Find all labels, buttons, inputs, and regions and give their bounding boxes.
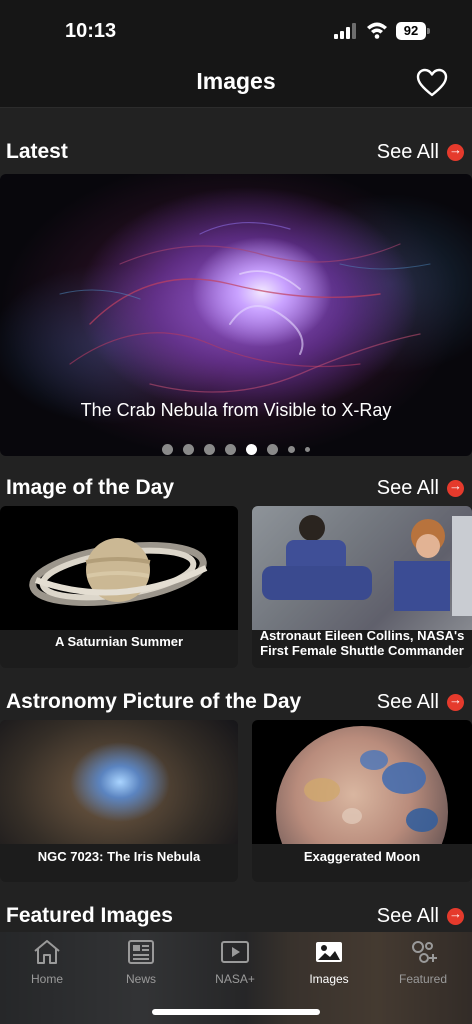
carousel-dot[interactable] [183, 444, 194, 455]
see-all-featured-button[interactable]: See All [377, 905, 464, 928]
carousel-dot-active[interactable] [246, 444, 257, 455]
saturn-image [0, 506, 238, 630]
carousel-dot[interactable] [204, 444, 215, 455]
arrow-right-icon [447, 692, 464, 711]
see-all-apod-button[interactable]: See All [377, 691, 464, 714]
battery-level: 92 [396, 22, 426, 40]
tab-label: NASA+ [215, 972, 255, 986]
page-title: Images [196, 68, 276, 94]
astronaut-illustration [252, 506, 472, 630]
see-all-latest-button[interactable]: See All [377, 141, 464, 164]
see-all-image-of-the-day-button[interactable]: See All [377, 477, 464, 500]
carousel-dot[interactable] [267, 444, 278, 455]
iris-nebula-image [0, 720, 238, 844]
section-title-apod: Astronomy Picture of the Day [6, 690, 302, 713]
astronaut-image [252, 506, 472, 630]
carousel-dot[interactable] [305, 447, 310, 452]
signal-bars-icon [334, 23, 356, 39]
section-title-image-of-the-day: Image of the Day [6, 476, 175, 499]
card-title: A Saturnian Summer [54, 634, 184, 649]
tab-label: News [125, 972, 156, 986]
hero-image-crab-nebula[interactable]: The Crab Nebula from Visible to X-Ray [0, 174, 472, 456]
house-icon [34, 940, 60, 964]
image-card-saturnian-summer[interactable]: A Saturnian Summer [0, 506, 238, 668]
carousel-dot[interactable] [288, 446, 295, 453]
tab-label: Images [309, 972, 349, 986]
carousel-page-indicator[interactable] [0, 444, 472, 455]
moon-image [252, 720, 472, 882]
hero-caption: The Crab Nebula from Visible to X-Ray [80, 400, 392, 420]
tab-label: Home [30, 972, 63, 986]
see-all-label: See All [376, 905, 439, 927]
battery-indicator: 92 [396, 22, 430, 40]
see-all-label: See All [376, 141, 439, 163]
arrow-right-icon [447, 142, 464, 161]
arrow-right-icon [447, 906, 464, 925]
card-title: NGC 7023: The Iris Nebula [37, 849, 201, 864]
card-title: Astronaut Eileen Collins, NASA's First F… [252, 628, 472, 658]
arrow-right-icon [447, 478, 464, 497]
tab-images[interactable]: Images [282, 938, 376, 994]
status-bar: 10:13 92 [0, 0, 472, 60]
see-all-label: See All [376, 477, 439, 499]
section-title-latest: Latest [6, 140, 68, 163]
navigation-bar: Images [0, 60, 472, 108]
tab-home[interactable]: Home [0, 938, 94, 994]
card-title: Exaggerated Moon [303, 849, 421, 864]
image-icon [316, 942, 342, 962]
card-title-line-2: First Female Shuttle Commander [260, 643, 464, 658]
wifi-icon [367, 22, 387, 39]
planets-icon [412, 941, 437, 963]
image-card-iris-nebula[interactable]: NGC 7023: The Iris Nebula [0, 720, 238, 882]
moon-illustration [276, 726, 448, 882]
image-card-eileen-collins[interactable]: Astronaut Eileen Collins, NASA's First F… [252, 506, 472, 668]
tab-label: Featured [398, 972, 448, 986]
see-all-label: See All [376, 691, 439, 713]
tab-featured[interactable]: Featured [376, 938, 470, 994]
tab-nasa-plus[interactable]: NASA+ [188, 938, 282, 994]
section-title-featured: Featured Images [6, 904, 173, 927]
saturn-illustration [29, 538, 208, 606]
home-indicator[interactable] [152, 1009, 320, 1015]
heart-icon[interactable] [416, 68, 448, 98]
status-time: 10:13 [65, 20, 117, 42]
card-title-line-1: Astronaut Eileen Collins, NASA's [259, 628, 465, 643]
tab-news[interactable]: News [94, 938, 188, 994]
play-icon [221, 941, 249, 963]
carousel-dot[interactable] [225, 444, 236, 455]
carousel-dot[interactable] [162, 444, 173, 455]
image-card-exaggerated-moon[interactable]: Exaggerated Moon [252, 720, 472, 882]
newspaper-icon [128, 940, 154, 964]
